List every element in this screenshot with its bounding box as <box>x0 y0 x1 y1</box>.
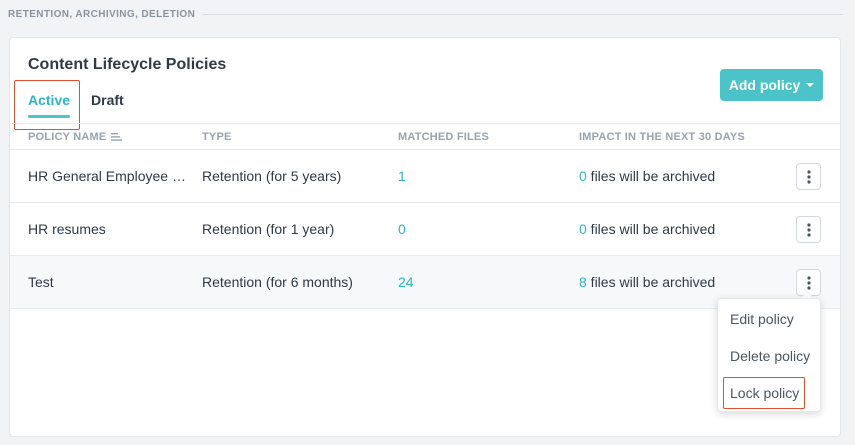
impact-text: 0 files will be archived <box>579 221 715 237</box>
policy-type: Retention (for 6 months) <box>202 274 353 290</box>
section-title: RETENTION, ARCHIVING, DELETION <box>8 9 196 20</box>
add-policy-button[interactable]: Add policy <box>720 69 823 101</box>
row-actions-menu: Edit policy Delete policy Lock policy <box>717 298 821 412</box>
impact-text: 8 files will be archived <box>579 274 715 290</box>
table-header: POLICY NAME TYPE MATCHED FILES IMPACT IN… <box>10 123 840 150</box>
policy-type: Retention (for 1 year) <box>202 221 335 237</box>
impact-label: files will be archived <box>586 274 716 290</box>
matched-files-link[interactable]: 0 <box>398 221 406 237</box>
section-header: RETENTION, ARCHIVING, DELETION <box>8 9 843 20</box>
impact-count[interactable]: 8 <box>579 274 587 290</box>
caret-down-icon <box>806 83 815 87</box>
vertical-dots-icon <box>806 169 811 184</box>
impact-text: 0 files will be archived <box>579 168 715 184</box>
policy-name[interactable]: Test <box>28 274 190 290</box>
tab-active[interactable]: Active <box>28 90 71 118</box>
column-header-type: TYPE <box>202 131 232 143</box>
tab-draft[interactable]: Draft <box>91 90 124 118</box>
policy-name[interactable]: HR General Employee R... <box>28 168 190 184</box>
table-row: Test Retention (for 6 months) 24 8 files… <box>10 256 840 309</box>
sort-lines-icon <box>111 133 123 141</box>
row-actions-button[interactable] <box>796 216 821 243</box>
policy-tabs: Active Draft <box>28 90 145 118</box>
section-divider <box>203 14 843 15</box>
policy-type: Retention (for 5 years) <box>202 168 342 184</box>
policy-name[interactable]: HR resumes <box>28 221 190 237</box>
column-header-matched: MATCHED FILES <box>398 131 490 143</box>
add-policy-label: Add policy <box>728 77 801 93</box>
impact-label: files will be archived <box>586 221 716 237</box>
column-header-name[interactable]: POLICY NAME <box>28 131 123 143</box>
matched-files-link[interactable]: 24 <box>398 274 414 290</box>
impact-count[interactable]: 0 <box>579 221 587 237</box>
impact-count[interactable]: 0 <box>579 168 587 184</box>
table-row: HR General Employee R... Retention (for … <box>10 150 840 203</box>
matched-files-link[interactable]: 1 <box>398 168 406 184</box>
menu-item-lock-policy[interactable]: Lock policy <box>730 385 799 401</box>
vertical-dots-icon <box>806 275 811 290</box>
row-actions-button[interactable] <box>796 163 821 190</box>
column-header-impact: IMPACT IN THE NEXT 30 DAYS <box>579 131 745 143</box>
table-row: HR resumes Retention (for 1 year) 0 0 fi… <box>10 203 840 256</box>
impact-label: files will be archived <box>586 168 716 184</box>
column-header-name-label: POLICY NAME <box>28 131 107 143</box>
card-title: Content Lifecycle Policies <box>28 56 227 73</box>
menu-item-edit-policy[interactable]: Edit policy <box>730 311 794 327</box>
vertical-dots-icon <box>806 222 811 237</box>
menu-item-delete-policy[interactable]: Delete policy <box>730 348 810 364</box>
